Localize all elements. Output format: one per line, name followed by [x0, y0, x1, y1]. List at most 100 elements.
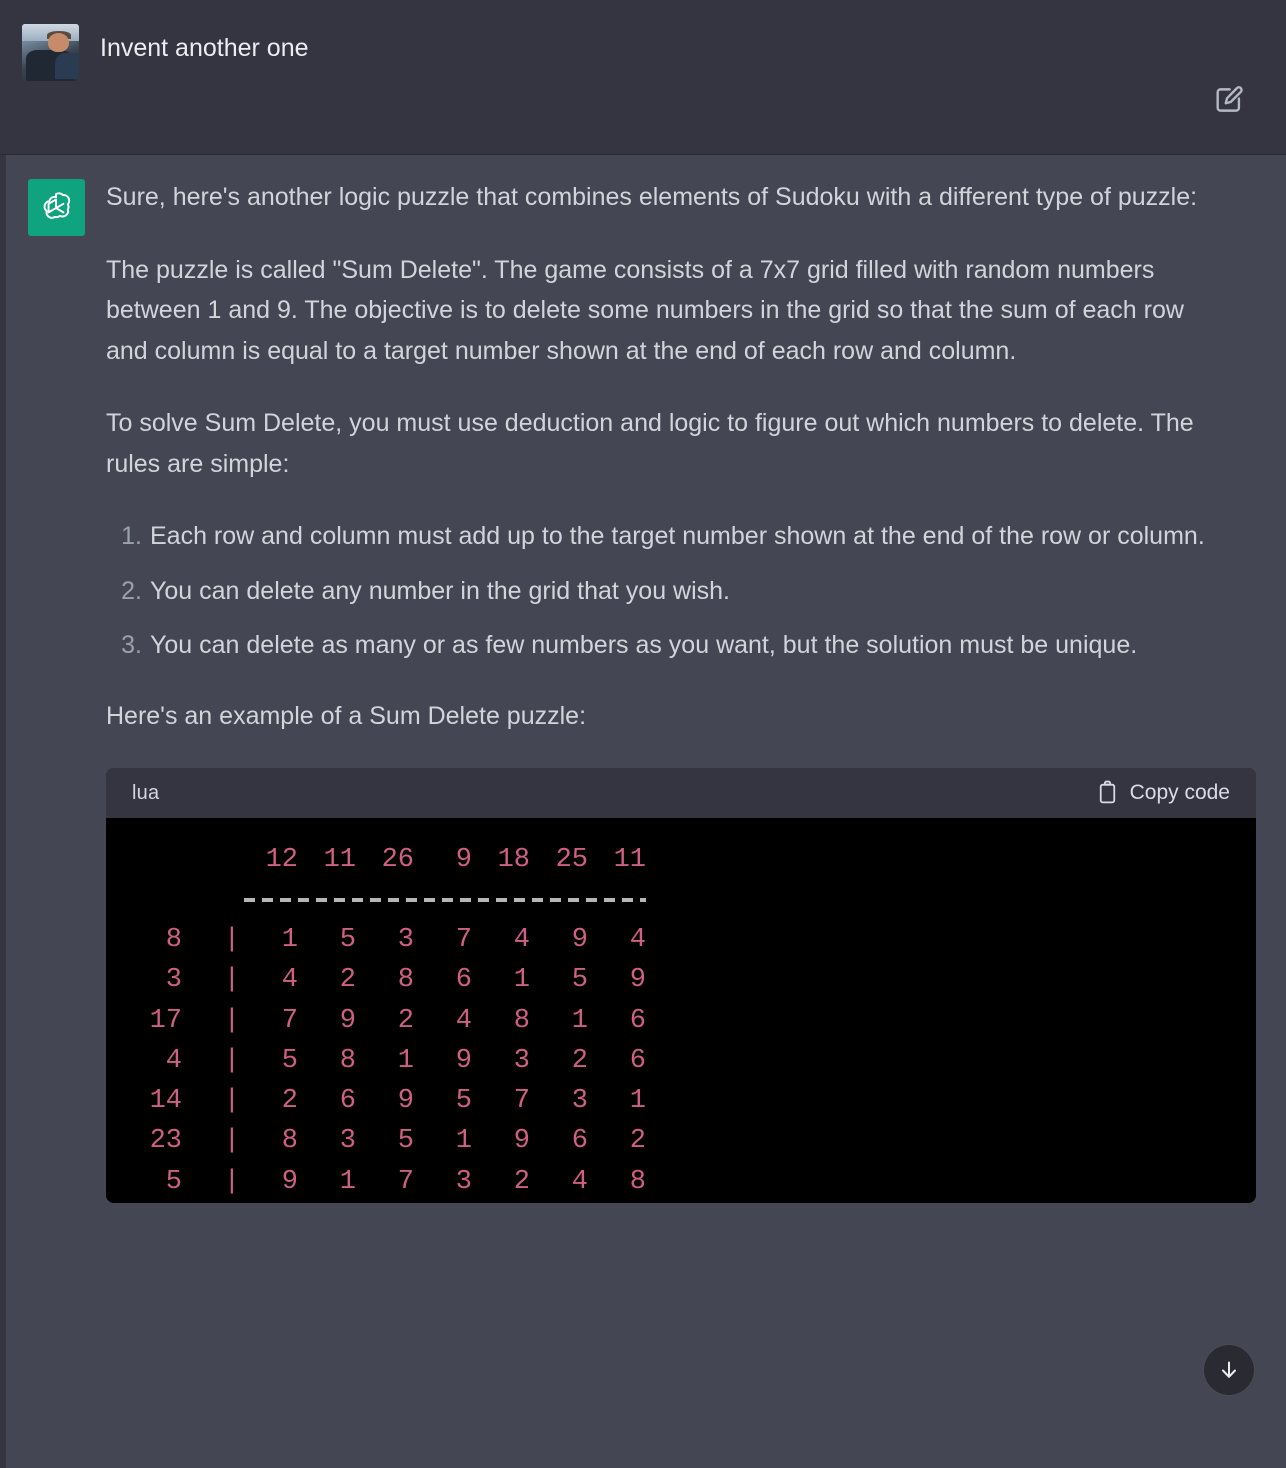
row-target-6: 23 — [149, 1126, 182, 1157]
puzzle-row: 23 | 8 3 5 1 9 6 2 — [124, 1121, 646, 1161]
grid-cell-r1-c2: 5 — [339, 925, 356, 956]
grid-cell-r2-c7: 9 — [629, 965, 646, 996]
grid-cell-r7-c3: 7 — [397, 1166, 414, 1197]
grid-cell-r1-c4: 7 — [455, 925, 472, 956]
user-avatar-container — [0, 22, 100, 81]
puzzle-row: 4 | 5 8 1 9 3 2 6 — [124, 1041, 646, 1081]
row-separator-bar: | — [223, 1045, 240, 1076]
grid-cell-r7-c1: 9 — [281, 1166, 298, 1197]
grid-cell-r3-c5: 8 — [513, 1005, 530, 1036]
grid-cell-r1-c7: 4 — [629, 925, 646, 956]
dashed-line — [240, 880, 646, 920]
grid-cell-r6-c7: 2 — [629, 1126, 646, 1157]
grid-cell-r5-c1: 2 — [281, 1086, 298, 1117]
spacer-cell — [124, 840, 182, 880]
grid-cell-r3-c2: 9 — [339, 1005, 356, 1036]
row-separator-bar: | — [223, 1126, 240, 1157]
row-target-2: 3 — [165, 965, 182, 996]
assistant-closing-paragraph: Here's an example of a Sum Delete puzzle… — [106, 701, 587, 730]
avatar-head — [47, 33, 70, 53]
row-separator-bar: | — [223, 1086, 240, 1117]
assistant-paragraph-2: The puzzle is called "Sum Delete". The g… — [106, 255, 1184, 365]
row-target-4: 4 — [165, 1045, 182, 1076]
grid-cell-r3-c7: 6 — [629, 1005, 646, 1036]
grid-cell-r1-c3: 3 — [397, 925, 414, 956]
copy-code-label: Copy code — [1129, 780, 1230, 804]
row-target-7: 5 — [165, 1166, 182, 1197]
grid-cell-r2-c3: 8 — [397, 965, 414, 996]
row-target-5: 14 — [149, 1086, 182, 1117]
column-targets-row: 12 11 26 9 18 25 11 — [124, 840, 646, 880]
user-message-row: Invent another one — [0, 0, 1286, 155]
grid-cell-r7-c6: 4 — [571, 1166, 588, 1197]
grid-cell-r1-c1: 1 — [281, 925, 298, 956]
row-separator-bar: | — [223, 925, 240, 956]
code-block-content: 12 11 26 9 18 25 11 8 | 1 5 3 7 4 9 4 3 | 4 2 8 6 1 5 9 17 | 7 9 2 4 8 1… — [106, 818, 1256, 1203]
rule-item-3: You can delete as many or as few numbers… — [106, 625, 1138, 665]
grid-cell-r2-c6: 5 — [571, 965, 588, 996]
grid-cell-r2-c1: 4 — [281, 965, 298, 996]
grid-cell-r5-c4: 5 — [455, 1086, 472, 1117]
chat-page: Invent another one Sure, here's another … — [0, 0, 1286, 1468]
user-photo-avatar — [21, 24, 79, 81]
grid-cell-r7-c5: 2 — [513, 1166, 530, 1197]
grid-cell-r5-c5: 7 — [513, 1086, 530, 1117]
grid-cell-r4-c2: 8 — [339, 1045, 356, 1076]
avatar-arm — [54, 52, 79, 79]
row-separator-bar: | — [223, 1166, 240, 1197]
grid-cell-r6-c4: 1 — [455, 1126, 472, 1157]
grid-cell-r2-c5: 1 — [513, 965, 530, 996]
puzzle-row: 17 | 7 9 2 4 8 1 6 — [124, 1001, 646, 1041]
grid-cell-r4-c5: 3 — [513, 1045, 530, 1076]
code-block: lua Copy code 12 11 26 9 18 25 11 8 | 1 … — [106, 768, 1256, 1203]
assistant-paragraph-3: To solve Sum Delete, you must use deduct… — [106, 409, 1194, 478]
grid-cell-r3-c6: 1 — [571, 1005, 588, 1036]
column-target-3: 26 — [381, 845, 414, 875]
row-separator-bar: | — [223, 1005, 240, 1036]
chatgpt-logo-icon — [27, 179, 85, 236]
grid-cell-r5-c3: 9 — [397, 1086, 414, 1117]
column-target-6: 25 — [555, 845, 588, 875]
grid-cell-r1-c6: 9 — [571, 925, 588, 956]
grid-cell-r3-c4: 4 — [455, 1005, 472, 1036]
puzzle-row: 5 | 9 1 7 3 2 4 8 — [124, 1162, 646, 1202]
rule-item-1: Each row and column must add up to the t… — [106, 516, 1205, 556]
edit-pencil-square-icon[interactable] — [1212, 83, 1246, 117]
grid-cell-r5-c2: 6 — [339, 1086, 356, 1117]
dashed-separator-row — [124, 880, 646, 920]
grid-cell-r5-c7: 1 — [629, 1086, 646, 1117]
grid-cell-r6-c2: 3 — [339, 1126, 356, 1157]
row-separator-bar: | — [223, 965, 240, 996]
copy-code-button[interactable]: Copy code — [1097, 776, 1230, 810]
grid-cell-r3-c1: 7 — [281, 1005, 298, 1036]
sum-delete-puzzle-table: 12 11 26 9 18 25 11 8 | 1 5 3 7 4 9 4 3 | 4 2 8 6 1 5 9 17 | 7 9 2 4 8 1… — [124, 840, 646, 1202]
scroll-to-bottom-button[interactable] — [1203, 1344, 1255, 1396]
puzzle-row: 14 | 2 6 9 5 7 3 1 — [124, 1081, 646, 1121]
rule-item-2: You can delete any number in the grid th… — [106, 571, 731, 611]
user-message-text: Invent another one — [100, 34, 309, 62]
grid-cell-r5-c6: 3 — [571, 1086, 588, 1117]
column-target-2: 11 — [323, 845, 356, 875]
row-target-1: 8 — [165, 925, 182, 956]
grid-cell-r6-c6: 6 — [571, 1126, 588, 1157]
grid-cell-r4-c7: 6 — [629, 1045, 646, 1076]
grid-cell-r6-c3: 5 — [397, 1126, 414, 1157]
spacer-cell — [182, 840, 240, 880]
column-target-7: 11 — [613, 845, 646, 875]
assistant-avatar-container — [6, 177, 106, 1203]
column-target-5: 18 — [497, 845, 530, 875]
code-block-header: lua Copy code — [106, 768, 1256, 818]
grid-cell-r6-c5: 9 — [513, 1126, 530, 1157]
assistant-message-row: Sure, here's another logic puzzle that c… — [0, 155, 1286, 1468]
grid-cell-r4-c4: 9 — [455, 1045, 472, 1076]
grid-cell-r4-c1: 5 — [281, 1045, 298, 1076]
grid-cell-r2-c4: 6 — [455, 965, 472, 996]
grid-cell-r3-c3: 2 — [397, 1005, 414, 1036]
clipboard-icon — [1097, 780, 1118, 805]
grid-cell-r4-c3: 1 — [397, 1045, 414, 1076]
grid-cell-r7-c2: 1 — [339, 1166, 356, 1197]
row-target-3: 17 — [149, 1005, 182, 1036]
spacer-cell — [182, 880, 240, 920]
column-target-4: 9 — [455, 845, 472, 875]
grid-cell-r1-c5: 4 — [513, 925, 530, 956]
